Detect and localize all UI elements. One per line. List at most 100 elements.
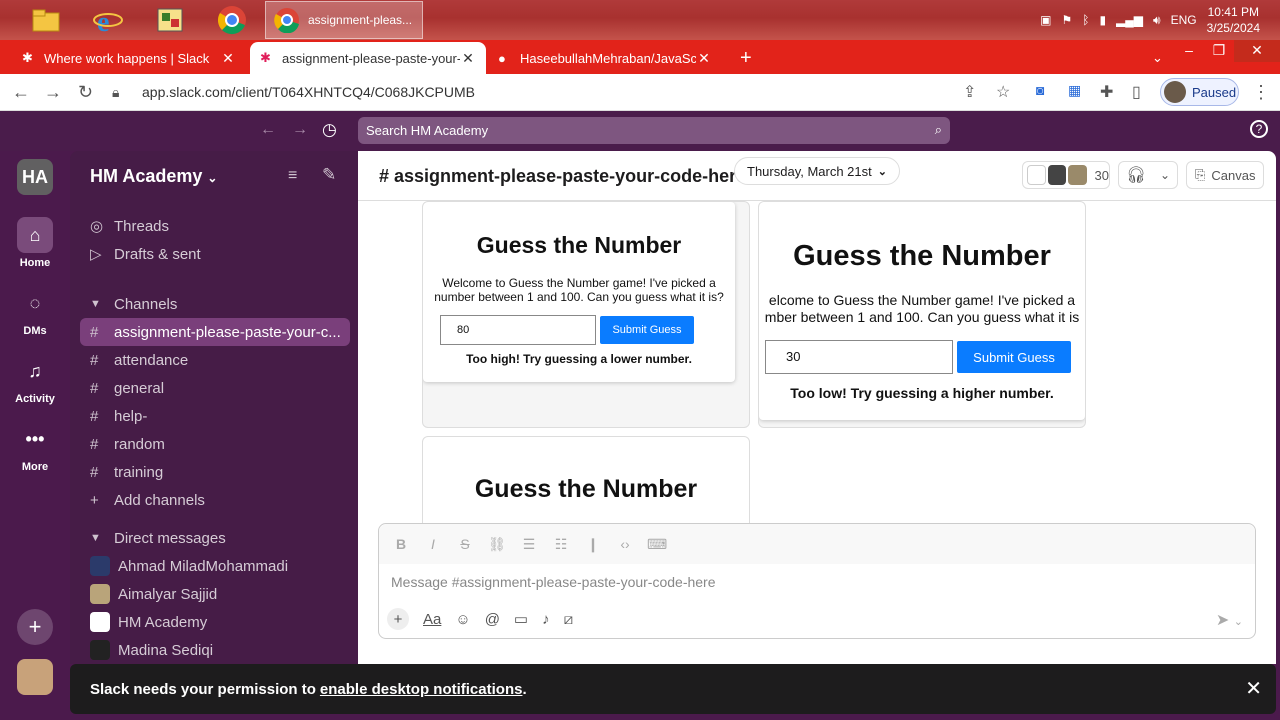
message-image-attachment[interactable]: Guess the Number [422, 436, 750, 536]
rail-activity[interactable]: ♫ Activity [0, 353, 70, 406]
share-icon[interactable]: ⇪ [963, 82, 976, 102]
rail-more[interactable]: ••• More [0, 421, 70, 474]
sidebar-item-channel[interactable]: # random [80, 430, 350, 458]
search-input[interactable]: Search HM Academy ⌕ [358, 117, 950, 144]
close-icon[interactable]: ✕ [1245, 676, 1262, 701]
canvas-button[interactable]: ⎘ Canvas [1186, 161, 1264, 189]
user-avatar[interactable] [17, 659, 53, 695]
members-button[interactable]: 30 [1022, 161, 1110, 189]
sidebar-item-drafts[interactable]: ▷ Drafts & sent [80, 240, 350, 268]
dm-section-header[interactable]: ▼ Direct messages [80, 524, 350, 552]
internet-explorer-icon[interactable]: e [92, 4, 124, 36]
tab-channel[interactable]: ✱ assignment-please-paste-your-cod ✕ [250, 42, 486, 74]
back-icon[interactable]: ← [12, 82, 30, 103]
help-icon[interactable]: ? [1250, 120, 1268, 138]
filter-icon[interactable]: ≡ [288, 167, 297, 185]
message-image-attachment[interactable]: Guess the Number elcome to Guess the Num… [758, 201, 1086, 428]
sidebar-item-channel[interactable]: # training [80, 458, 350, 486]
reload-icon[interactable]: ↻ [78, 82, 93, 103]
video-icon[interactable]: ▭ [514, 610, 528, 628]
side-panel-icon[interactable]: ▯ [1132, 82, 1141, 102]
code-block-icon[interactable]: ⌨ [647, 536, 667, 553]
sidebar-item-dm[interactable]: Madina Sediqi [80, 636, 350, 664]
text-format-icon[interactable]: Aa [423, 611, 441, 628]
sidebar-item-dm[interactable]: HM Academy [80, 608, 350, 636]
profile-button[interactable]: Paused [1160, 78, 1239, 106]
sidebar-item-channel[interactable]: # general [80, 374, 350, 402]
forward-icon[interactable]: → [44, 82, 62, 103]
bold-icon[interactable]: B [391, 536, 411, 552]
enable-notifications-link[interactable]: enable desktop notifications [320, 681, 523, 698]
rail-home[interactable]: ⌂ Home [0, 217, 70, 269]
sidebar-item-dm[interactable]: Aimalyar Sajjid [80, 580, 350, 608]
flag-icon[interactable]: ⚑ [1061, 13, 1072, 27]
code-icon[interactable]: ‹› [615, 536, 635, 552]
avatar [90, 612, 110, 632]
extension-icon[interactable]: ◙ [1036, 82, 1044, 98]
extensions-puzzle-icon[interactable]: ✚ [1100, 82, 1113, 102]
sidebar-item-channel[interactable]: # assignment-please-paste-your-c... [80, 318, 350, 346]
workspace-switcher[interactable]: HA [17, 159, 53, 195]
compose-icon[interactable]: ✎ [322, 165, 336, 185]
workspace-name-button[interactable]: HM Academy ⌄ [90, 166, 217, 187]
dm-name: Aimalyar Sajjid [118, 585, 218, 603]
chrome-icon[interactable] [216, 4, 248, 36]
emoji-icon[interactable]: ☺ [455, 611, 470, 628]
close-window-button[interactable]: ✕ [1234, 40, 1280, 62]
bluetooth-icon[interactable]: ᛒ [1082, 13, 1089, 27]
history-back-icon[interactable]: ← [260, 121, 276, 139]
italic-icon[interactable]: I [423, 536, 443, 552]
menu-kebab-icon[interactable]: ⋮ [1252, 82, 1270, 103]
tab-slack-home[interactable]: ✱ Where work happens | Slack ✕ [12, 42, 246, 74]
sidebar-item-dm[interactable]: Ahmad MiladMohammadi [80, 552, 350, 580]
close-icon[interactable]: ✕ [696, 50, 712, 67]
sidebar-item-threads[interactable]: ◎ Threads [80, 212, 350, 240]
language-indicator[interactable]: ENG [1171, 13, 1197, 27]
caret-down-icon: ▼ [90, 532, 101, 544]
close-icon[interactable]: ✕ [460, 50, 476, 67]
browser-tab-strip: ✱ Where work happens | Slack ✕ ✱ assignm… [0, 40, 1280, 74]
monitor-icon[interactable]: ▣ [1040, 13, 1051, 27]
file-explorer-icon[interactable] [30, 4, 62, 36]
taskbar-active-window[interactable]: assignment-pleas... [265, 1, 423, 39]
huddle-button[interactable]: 🎧︎ ⌄ [1118, 161, 1178, 189]
control-panel-icon[interactable] [154, 4, 186, 36]
blockquote-icon[interactable]: ❙ [583, 536, 603, 553]
message-image-attachment[interactable]: Guess the Number Welcome to Guess the Nu… [422, 201, 750, 428]
message-input[interactable]: Message #assignment-please-paste-your-co… [391, 574, 716, 590]
channels-section-header[interactable]: ▼ Channels [80, 290, 350, 318]
create-new-button[interactable]: + [17, 609, 53, 645]
extension-icon[interactable]: ▦ [1068, 82, 1081, 99]
shortcuts-icon[interactable]: ⧄ [564, 611, 574, 628]
strikethrough-icon[interactable]: S [455, 536, 475, 552]
battery-icon[interactable]: ▮ [1099, 13, 1106, 27]
history-forward-icon[interactable]: → [292, 121, 308, 139]
bulleted-list-icon[interactable]: ☷ [551, 536, 571, 553]
minimize-button[interactable]: – [1174, 40, 1204, 62]
link-icon[interactable]: ⛓ [487, 536, 507, 553]
tab-search-chevron-icon[interactable]: ⌄ [1142, 42, 1168, 74]
send-button[interactable]: ➤ ⌄ [1216, 610, 1243, 630]
rail-dms[interactable]: ◌ DMs [0, 285, 70, 338]
lock-icon[interactable]: 🔒︎ [112, 84, 142, 101]
channel-title-button[interactable]: # assignment-please-paste-your-code-here… [379, 166, 762, 187]
attach-plus-icon[interactable]: + [387, 608, 409, 630]
microphone-icon[interactable]: ♪ [542, 611, 550, 628]
address-bar[interactable]: 🔒︎ app.slack.com/client/T064XHNTCQ4/C068… [112, 78, 952, 106]
restore-button[interactable]: ❐ [1204, 40, 1234, 62]
search-icon[interactable]: ⌕ [935, 122, 942, 138]
signal-icon[interactable]: ▂▄▆ [1116, 13, 1143, 27]
mention-icon[interactable]: @ [485, 611, 500, 628]
tab-github[interactable]: ● HaseebullahMehraban/JavaScript ✕ [488, 42, 722, 74]
date-divider-button[interactable]: Thursday, March 21st ⌄ [734, 157, 900, 185]
clock[interactable]: 10:41 PM 3/25/2024 [1207, 4, 1260, 36]
bookmark-star-icon[interactable]: ☆ [996, 82, 1010, 102]
add-channels-button[interactable]: + Add channels [80, 486, 350, 514]
sidebar-item-channel[interactable]: # help- [80, 402, 350, 430]
new-tab-button[interactable]: + [730, 42, 764, 74]
ordered-list-icon[interactable]: ☰ [519, 536, 539, 553]
close-icon[interactable]: ✕ [220, 50, 236, 67]
history-clock-icon[interactable]: ◷ [322, 120, 337, 140]
volume-icon[interactable]: 🔊︎ [1153, 13, 1161, 28]
sidebar-item-channel[interactable]: # attendance [80, 346, 350, 374]
